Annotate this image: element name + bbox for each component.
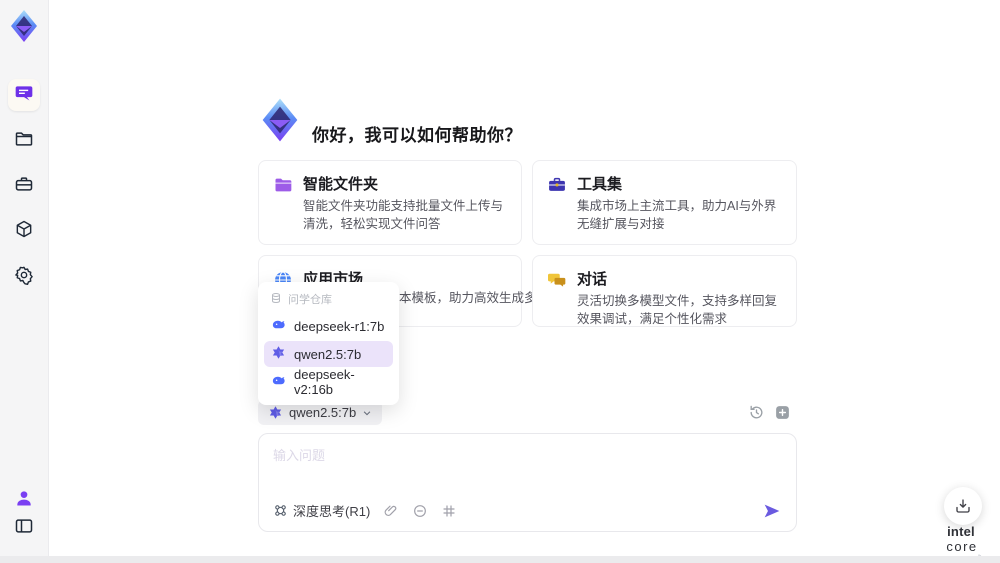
sidebar-item-chat[interactable] xyxy=(8,79,40,111)
dropdown-item-deepseek-v2[interactable]: deepseek-v2:16b xyxy=(264,367,393,397)
sidebar-item-folders[interactable] xyxy=(8,125,40,157)
model-label: qwen2.5:7b xyxy=(294,346,362,362)
card-title: 对话 xyxy=(577,271,608,288)
hero-logo-icon xyxy=(256,96,304,144)
deepseek-icon xyxy=(271,373,286,391)
sidebar-item-apps[interactable] xyxy=(8,215,40,247)
history-icon[interactable] xyxy=(748,404,765,421)
attach-icon[interactable] xyxy=(383,503,399,519)
card-description: 集成市场上主流工具，助力AI与外界无缝扩展与对接 xyxy=(577,199,777,231)
model-dropdown: 问学仓库 deepseek-r1:7b qwen2.5:7b deepseek-… xyxy=(258,282,399,405)
download-icon xyxy=(956,499,970,513)
input-placeholder: 输入问题 xyxy=(273,448,326,463)
card-description: 本模板，助力高效生成多 xyxy=(399,291,537,305)
message-input[interactable]: 输入问题 深度思考(R1) xyxy=(258,433,797,532)
send-icon xyxy=(764,504,780,518)
grid-icon[interactable] xyxy=(441,503,457,519)
card-description: 灵活切换多模型文件，支持多样回复效果调试，满足个性化需求 xyxy=(577,294,778,326)
new-chat-icon[interactable] xyxy=(774,404,791,421)
deep-think-label: 深度思考(R1) xyxy=(293,504,371,519)
sidebar-item-settings[interactable] xyxy=(8,261,40,293)
sidebar xyxy=(0,0,49,563)
chat-bubble-icon xyxy=(14,83,34,108)
dropdown-item-qwen[interactable]: qwen2.5:7b xyxy=(264,341,393,367)
card-chat[interactable]: 对话 灵活切换多模型文件，支持多样回复效果调试，满足个性化需求 xyxy=(532,255,797,327)
core-logo-text: core xyxy=(946,539,978,554)
mention-icon[interactable] xyxy=(412,503,428,519)
app-logo-icon xyxy=(6,8,42,44)
card-toolset[interactable]: 工具集 集成市场上主流工具，助力AI与外界无缝扩展与对接 xyxy=(532,160,797,245)
model-label: deepseek-v2:16b xyxy=(294,367,355,397)
session-actions xyxy=(748,404,791,421)
card-title: 工具集 xyxy=(577,176,623,193)
dropdown-item-deepseek-r1[interactable]: deepseek-r1:7b xyxy=(264,313,393,339)
app-window: 你好，我可以如何帮助你？ 智能文件夹 智能文件夹功能支持批量文件上传与清洗，轻松… xyxy=(0,0,1000,563)
greeting-title: 你好，我可以如何帮助你？ xyxy=(312,126,522,146)
cube-icon xyxy=(14,219,34,244)
dropdown-header: 问学仓库 xyxy=(258,288,399,311)
folder-icon xyxy=(14,129,34,154)
toolbox-icon xyxy=(547,175,567,195)
qwen-icon xyxy=(269,406,282,419)
molecule-icon xyxy=(275,505,286,516)
yellow-chat-icon xyxy=(547,270,567,290)
send-button[interactable] xyxy=(761,500,783,522)
model-label: deepseek-r1:7b xyxy=(294,318,385,334)
card-title: 智能文件夹 xyxy=(303,176,379,193)
side-panel-icon xyxy=(14,516,34,541)
database-icon xyxy=(270,292,282,307)
card-description: 智能文件夹功能支持批量文件上传与清洗，轻松实现文件问答 xyxy=(303,199,504,231)
selected-model-label: qwen2.5:7b xyxy=(289,405,357,420)
bottom-strip xyxy=(0,556,1000,563)
card-smart-folder[interactable]: 智能文件夹 智能文件夹功能支持批量文件上传与清洗，轻松实现文件问答 xyxy=(258,160,522,245)
dropdown-header-label: 问学仓库 xyxy=(288,294,332,306)
briefcase-icon xyxy=(14,174,34,199)
qwen-icon xyxy=(271,345,286,363)
download-button[interactable] xyxy=(944,487,982,525)
sidebar-item-toolset[interactable] xyxy=(8,170,40,202)
purple-folder-icon xyxy=(273,175,293,195)
chevron-down-icon xyxy=(363,410,371,415)
user-icon xyxy=(14,488,34,513)
intel-logo-text: intel xyxy=(947,524,975,539)
deep-think-toggle[interactable]: 深度思考(R1) xyxy=(273,501,370,520)
deepseek-icon xyxy=(271,317,286,335)
composer-toolbar: 深度思考(R1) xyxy=(273,501,457,520)
sidebar-item-collapse[interactable] xyxy=(8,512,40,544)
gear-icon xyxy=(14,265,34,290)
